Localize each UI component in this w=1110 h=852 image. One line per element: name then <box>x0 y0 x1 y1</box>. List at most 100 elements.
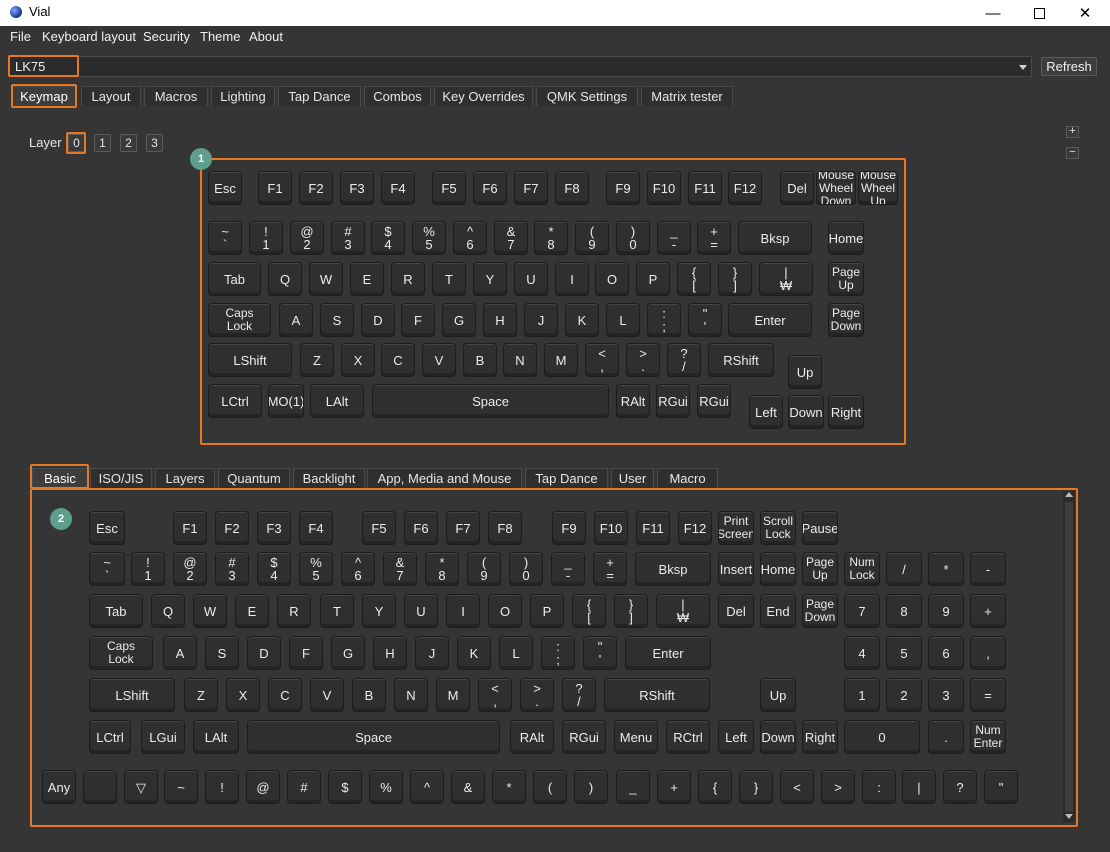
keyboard-key-f8[interactable]: F8 <box>555 171 589 205</box>
keycode-f9[interactable]: F9 <box>552 511 586 545</box>
keycode-right[interactable]: Right <box>802 720 838 754</box>
zoom-out-button[interactable]: − <box>1066 147 1079 159</box>
keycode-blank[interactable]: ? / <box>562 678 596 712</box>
keyboard-key-r[interactable]: R <box>391 262 425 296</box>
tab-layout[interactable]: Layout <box>81 86 141 106</box>
keyboard-key-5[interactable]: % 5 <box>412 221 446 255</box>
keycode-pause[interactable]: Pause <box>802 511 838 545</box>
keycode-blank[interactable]: + <box>970 594 1006 628</box>
keyboard-key-0[interactable]: ) 0 <box>616 221 650 255</box>
keycode-down[interactable]: Down <box>760 720 796 754</box>
keycode-blank[interactable]: _ - <box>551 552 585 586</box>
keycode-f2[interactable]: F2 <box>215 511 249 545</box>
keyboard-key-blank[interactable]: | ₩ <box>759 262 813 296</box>
keycode-s[interactable]: S <box>205 636 239 670</box>
menu-theme[interactable]: Theme <box>200 29 240 44</box>
keyboard-key-blank[interactable]: > . <box>626 343 660 377</box>
keycode-f10[interactable]: F10 <box>594 511 628 545</box>
keycode-i[interactable]: I <box>446 594 480 628</box>
keycode-tab[interactable]: Tab <box>89 594 143 628</box>
keyboard-key-f10[interactable]: F10 <box>647 171 681 205</box>
tab-keymap[interactable]: Keymap <box>11 86 77 106</box>
keycode-blank[interactable]: - <box>970 552 1006 586</box>
keycode-tab-tap-dance[interactable]: Tap Dance <box>525 468 608 488</box>
keycode-f3[interactable]: F3 <box>257 511 291 545</box>
keycode-blank[interactable]: " <box>984 770 1018 804</box>
keycode-x[interactable]: X <box>226 678 260 712</box>
keyboard-key-lalt[interactable]: LAlt <box>310 384 364 418</box>
keyboard-select[interactable]: LK75 <box>8 56 1032 77</box>
scroll-up-icon[interactable] <box>1065 492 1073 497</box>
keycode-f5[interactable]: F5 <box>362 511 396 545</box>
layer-button-3[interactable]: 3 <box>146 134 163 152</box>
keycode-esc[interactable]: Esc <box>89 511 125 545</box>
keycode-0[interactable]: 0 <box>844 720 920 754</box>
keycode-scroll-lock[interactable]: Scroll Lock <box>760 511 796 545</box>
keycode-q[interactable]: Q <box>151 594 185 628</box>
keyboard-key-blank[interactable]: } ] <box>718 262 752 296</box>
keycode-blank[interactable]: ^ <box>410 770 444 804</box>
keyboard-key-e[interactable]: E <box>350 262 384 296</box>
keyboard-key-blank[interactable]: < , <box>585 343 619 377</box>
keyboard-key-8[interactable]: * 8 <box>534 221 568 255</box>
keycode-f6[interactable]: F6 <box>404 511 438 545</box>
keycode-blank[interactable]: : <box>862 770 896 804</box>
keycode-rctrl[interactable]: RCtrl <box>666 720 710 754</box>
keycode-6[interactable]: ^ 6 <box>341 552 375 586</box>
maximize-icon[interactable] <box>1016 0 1062 26</box>
keyboard-key-q[interactable]: Q <box>268 262 302 296</box>
keycode-f12[interactable]: F12 <box>678 511 712 545</box>
keycode-insert[interactable]: Insert <box>718 552 754 586</box>
keycode-y[interactable]: Y <box>362 594 396 628</box>
scroll-down-icon[interactable] <box>1065 814 1073 819</box>
keyboard-key-enter[interactable]: Enter <box>728 303 812 337</box>
keycode-blank[interactable]: " ' <box>583 636 617 670</box>
keycode-j[interactable]: J <box>415 636 449 670</box>
keyboard-key-i[interactable]: I <box>555 262 589 296</box>
keyboard-key-lctrl[interactable]: LCtrl <box>208 384 262 418</box>
keycode-3[interactable]: # 3 <box>215 552 249 586</box>
keycode-blank[interactable]: ~ <box>164 770 198 804</box>
keycode-blank[interactable]: > <box>821 770 855 804</box>
menu-keyboard-layout[interactable]: Keyboard layout <box>42 29 136 44</box>
keyboard-key-f4[interactable]: F4 <box>381 171 415 205</box>
menu-about[interactable]: About <box>249 29 283 44</box>
keyboard-key-w[interactable]: W <box>309 262 343 296</box>
keycode-rshift[interactable]: RShift <box>604 678 710 712</box>
keycode-blank[interactable]: / <box>886 552 922 586</box>
keycode-rgui[interactable]: RGui <box>562 720 606 754</box>
keycode-blank[interactable]: _ <box>616 770 650 804</box>
keyboard-key-left[interactable]: Left <box>749 395 783 429</box>
keycode-9[interactable]: ( 9 <box>467 552 501 586</box>
tab-lighting[interactable]: Lighting <box>211 86 275 106</box>
keycode-ralt[interactable]: RAlt <box>510 720 554 754</box>
keycode-6[interactable]: 6 <box>928 636 964 670</box>
keyboard-key-del[interactable]: Del <box>780 171 814 205</box>
keycode-p[interactable]: P <box>530 594 564 628</box>
minimize-icon[interactable]: — <box>970 0 1016 26</box>
keycode-tab-macro[interactable]: Macro <box>657 468 718 488</box>
keyboard-key-x[interactable]: X <box>341 343 375 377</box>
keycode-h[interactable]: H <box>373 636 407 670</box>
keycode-blank[interactable]: % <box>369 770 403 804</box>
keyboard-key-v[interactable]: V <box>422 343 456 377</box>
keyboard-key-t[interactable]: T <box>432 262 466 296</box>
keyboard-key-f11[interactable]: F11 <box>688 171 722 205</box>
keycode-blank[interactable]: ▽ <box>124 770 158 804</box>
keyboard-key-blank[interactable]: ? / <box>667 343 701 377</box>
keyboard-key-2[interactable]: @ 2 <box>290 221 324 255</box>
keycode-blank[interactable]: & <box>451 770 485 804</box>
keyboard-key-tab[interactable]: Tab <box>208 262 261 296</box>
keycode-left[interactable]: Left <box>718 720 754 754</box>
keycode-r[interactable]: R <box>277 594 311 628</box>
tab-tap-dance[interactable]: Tap Dance <box>278 86 361 106</box>
keyboard-key-right[interactable]: Right <box>828 395 864 429</box>
keycode-blank[interactable]: < , <box>478 678 512 712</box>
keyboard-key-blank[interactable]: ~ ` <box>208 221 242 255</box>
keyboard-key-f1[interactable]: F1 <box>258 171 292 205</box>
keycode-8[interactable]: 8 <box>886 594 922 628</box>
keyboard-key-l[interactable]: L <box>606 303 640 337</box>
keycode-t[interactable]: T <box>320 594 354 628</box>
keycode-5[interactable]: % 5 <box>299 552 333 586</box>
keycode-lctrl[interactable]: LCtrl <box>89 720 131 754</box>
